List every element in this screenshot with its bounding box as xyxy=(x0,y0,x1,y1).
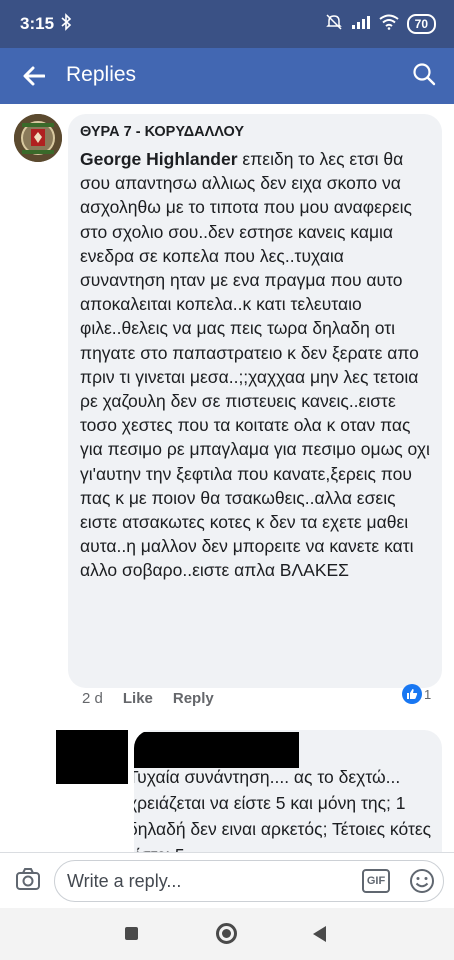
comment-text: George Highlander επειδη το λες ετσι θα … xyxy=(80,147,430,583)
comment-author[interactable]: ΘΥΡΑ 7 - ΚΟΡΥΔΑΛΛΟΥ xyxy=(80,124,430,140)
page-title: Replies xyxy=(66,63,137,86)
search-icon xyxy=(413,63,436,86)
recents-button[interactable] xyxy=(125,927,138,940)
like-button[interactable]: Like xyxy=(123,690,153,707)
emoji-icon xyxy=(410,869,434,893)
emoji-button[interactable] xyxy=(408,867,436,895)
gif-button[interactable]: GIF xyxy=(362,869,390,893)
reply-bubble[interactable]: Τυχαία συνάντηση.... ας το δεχτώ... χρει… xyxy=(134,730,442,870)
reply-author-redacted xyxy=(134,732,299,768)
battery-indicator: 70 xyxy=(406,13,436,34)
comment-body: επειδη το λες ετσι θα σου απαντησω αλλιω… xyxy=(80,149,430,581)
app-bar: Replies xyxy=(0,48,454,104)
reply-composer: GIF xyxy=(0,852,454,908)
reply-avatar-redacted[interactable] xyxy=(56,730,128,784)
system-nav-bar xyxy=(0,908,454,960)
club-crest-icon xyxy=(14,114,62,162)
comment-bubble[interactable]: ΘΥΡΑ 7 - ΚΟΡΥΔΑΛΛΟΥ George Highlander επ… xyxy=(68,114,442,688)
nav-back-button[interactable] xyxy=(313,926,326,942)
camera-button[interactable] xyxy=(14,865,42,893)
thumbs-up-icon xyxy=(402,684,422,704)
wifi-icon xyxy=(379,14,399,33)
camera-icon xyxy=(16,868,40,890)
commenter-avatar[interactable] xyxy=(14,114,62,162)
status-icons: 70 xyxy=(325,13,436,34)
reaction-count[interactable]: 1 xyxy=(402,684,431,704)
back-button[interactable] xyxy=(18,60,50,92)
comment-time: 2 d xyxy=(82,690,103,707)
bluetooth-icon xyxy=(60,13,72,36)
mute-icon xyxy=(325,13,343,34)
status-bar: 3:15 70 xyxy=(0,0,454,48)
search-button[interactable] xyxy=(410,60,440,90)
signal-icon xyxy=(351,14,371,33)
home-dot-icon xyxy=(222,929,231,938)
reply-button[interactable]: Reply xyxy=(173,690,214,707)
status-time: 3:15 xyxy=(20,14,55,33)
comment-actions: 2 d Like Reply xyxy=(82,690,214,707)
reaction-number: 1 xyxy=(424,686,432,702)
home-button[interactable] xyxy=(216,923,237,944)
arrow-left-icon xyxy=(23,66,45,86)
mention-link[interactable]: George Highlander xyxy=(80,149,238,169)
